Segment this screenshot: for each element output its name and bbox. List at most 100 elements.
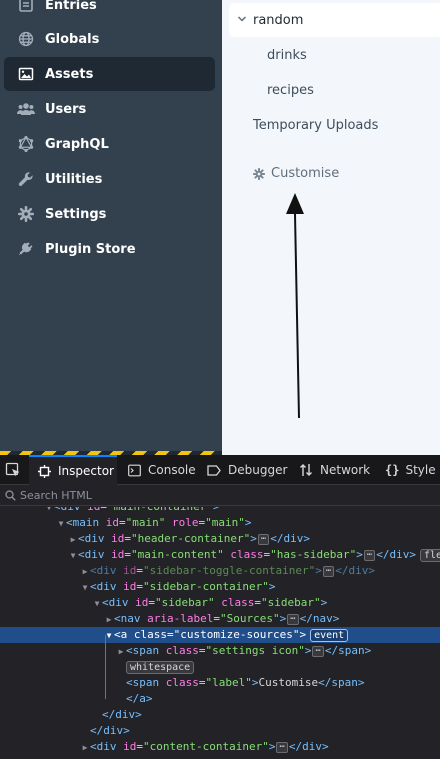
- tab-network[interactable]: Network: [299, 455, 370, 485]
- app-area: Entries Globals Assets Users GraphQL Uti…: [0, 0, 440, 455]
- markup-node[interactable]: ▼ <div id="main-content" class="has-sideb…: [0, 547, 440, 563]
- attr-name: class: [165, 644, 199, 657]
- collapsed-children-badge[interactable]: ⋯: [312, 646, 324, 657]
- nav-item-users[interactable]: Users: [4, 92, 215, 126]
- markup-node[interactable]: ▶ <div id="content-container"> ⋯ </div>: [0, 739, 440, 755]
- equals: =: [136, 580, 143, 593]
- collapsed-children-badge[interactable]: ⋯: [363, 550, 376, 561]
- markup-node[interactable]: ▶ <div id="header-container"> ⋯ </div>: [0, 531, 440, 547]
- markup-node[interactable]: ▶ <div id="sidebar-toggle-container"> ⋯ </d…: [0, 563, 440, 579]
- image-icon: [17, 65, 35, 83]
- tag-end: >: [299, 628, 307, 641]
- html-tree[interactable]: ▼<div id="main-container">▼<main id="mai…: [0, 507, 440, 759]
- entries-icon: [17, 0, 35, 14]
- markup-node[interactable]: </div>: [0, 723, 440, 739]
- markup-node[interactable]: ▼ <main id="main" role="main">: [0, 515, 440, 531]
- markup-node[interactable]: <span class="label">Customise</span>: [0, 675, 440, 691]
- console-icon: [128, 464, 141, 476]
- tag-name: <div: [90, 580, 117, 593]
- attr-value: "sidebar": [155, 596, 215, 609]
- expand-right-icon[interactable]: ▶: [104, 612, 114, 628]
- nav-item-settings[interactable]: Settings: [4, 197, 215, 231]
- attr-value: "header-container": [131, 532, 251, 545]
- nav-item-globals[interactable]: Globals: [4, 22, 215, 56]
- expand-down-icon[interactable]: ▼: [80, 580, 90, 596]
- element-picker-button[interactable]: [4, 455, 28, 485]
- tag-end: >: [213, 507, 220, 513]
- closing-tag: </nav>: [299, 612, 340, 625]
- closing-tag: </div>: [288, 740, 329, 753]
- expand-down-icon[interactable]: ▼: [92, 596, 102, 612]
- expand-down-icon[interactable]: ▼: [68, 548, 78, 564]
- equals: =: [213, 612, 220, 625]
- markup-node[interactable]: ▶ <nav aria-label="Sources"> ⋯ </nav>: [0, 611, 440, 627]
- nav-label: Plugin Store: [45, 241, 136, 257]
- equals: =: [198, 676, 206, 689]
- text-node: Customise: [258, 676, 319, 689]
- collapsed-children-badge[interactable]: ⋯: [322, 566, 335, 577]
- closing-tag: </span>: [318, 676, 365, 689]
- tag-name: <div: [90, 740, 117, 753]
- braces-icon: {}: [385, 463, 400, 477]
- flex-badge[interactable]: flex: [419, 549, 440, 562]
- markup-node[interactable]: </div>: [0, 707, 440, 723]
- markup-node[interactable]: ▼ <div id="sidebar" class="sidebar">: [0, 595, 440, 611]
- expand-right-icon[interactable]: ▶: [80, 564, 90, 580]
- whitespace-badge[interactable]: whitespace: [126, 661, 195, 674]
- tab-console[interactable]: Console: [128, 455, 196, 485]
- closing-tag: </div>: [376, 548, 416, 561]
- nav-item-plugin-store[interactable]: Plugin Store: [4, 232, 215, 266]
- tag-end: >: [279, 612, 287, 625]
- attr-name: aria-label: [147, 612, 214, 625]
- picker-icon: [5, 462, 19, 477]
- tag-name: <span: [126, 644, 160, 657]
- attr-name: class: [165, 676, 199, 689]
- collapsed-children-badge[interactable]: ⋯: [287, 614, 299, 625]
- search-input[interactable]: Search HTML: [20, 489, 92, 502]
- nav-label: Entries: [45, 0, 97, 13]
- nav-item-utilities[interactable]: Utilities: [4, 162, 215, 196]
- plug-icon: [17, 240, 35, 258]
- expand-right-icon[interactable]: ▶: [116, 644, 126, 660]
- equals: =: [148, 596, 155, 609]
- markup-node[interactable]: whitespace: [0, 659, 440, 675]
- attr-name: class: [221, 596, 255, 609]
- tab-style-editor[interactable]: {} Style E: [385, 455, 440, 485]
- assets-panel: random drinks recipes Temporary Uploads …: [222, 0, 440, 455]
- search-icon: [5, 490, 16, 501]
- markup-node[interactable]: </a>: [0, 691, 440, 707]
- expand-down-icon[interactable]: ▼: [56, 516, 66, 532]
- markup-node[interactable]: ▼ <div id="sidebar-container">: [0, 579, 440, 595]
- tag-name: <div: [90, 564, 117, 577]
- attr-value: "customize-sources": [173, 628, 300, 641]
- attr-name: class: [133, 628, 167, 641]
- collapsed-children-badge[interactable]: ⋯: [276, 742, 288, 753]
- attr-name: id: [111, 548, 125, 561]
- gear-icon: [17, 205, 35, 223]
- attr-value: "main-container": [107, 507, 213, 513]
- nav-item-graphql[interactable]: GraphQL: [4, 127, 215, 161]
- attr-name: id: [123, 564, 137, 577]
- nav-item-assets[interactable]: Assets: [4, 57, 215, 91]
- html-search-bar[interactable]: Search HTML: [0, 486, 440, 506]
- expand-right-icon[interactable]: ▶: [68, 532, 78, 548]
- collapsed-children-badge[interactable]: ⋯: [257, 534, 270, 545]
- nav-label: Users: [45, 101, 87, 117]
- markup-node[interactable]: ▶ <span class="settings icon"> ⋯ </span>: [0, 643, 440, 659]
- markup-node-selected[interactable]: ▼ <a class="customize-sources"> event: [0, 627, 440, 643]
- tag-end: >: [320, 596, 328, 609]
- nav-label: GraphQL: [45, 136, 109, 152]
- tab-inspector[interactable]: Inspector: [29, 455, 117, 485]
- nav-item-entries[interactable]: Entries: [4, 0, 215, 22]
- tag-name: <div: [54, 507, 81, 513]
- expand-right-icon[interactable]: ▶: [80, 740, 90, 756]
- tab-debugger[interactable]: Debugger: [207, 455, 287, 485]
- tab-label: Debugger: [228, 463, 288, 477]
- attr-value: "label": [205, 676, 252, 689]
- markup-node[interactable]: ▼<div id="main-container">: [0, 507, 440, 515]
- closing-tag: </div>: [270, 532, 311, 545]
- tag-end: >: [250, 532, 257, 545]
- event-badge[interactable]: event: [310, 629, 349, 642]
